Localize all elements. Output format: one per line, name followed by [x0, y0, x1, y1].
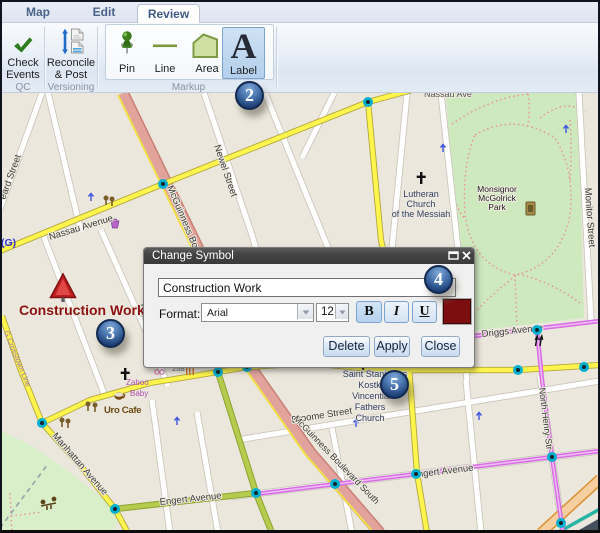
svg-text:(G): (G)	[1, 237, 16, 249]
svg-text:Construction Work: Construction Work	[19, 302, 145, 318]
svg-text:Baby: Baby	[130, 389, 148, 398]
svg-text:Park: Park	[488, 202, 506, 212]
svg-text:Lutheran: Lutheran	[403, 189, 439, 199]
svg-text:Zaboo: Zaboo	[126, 378, 149, 387]
svg-text:Church: Church	[355, 413, 384, 423]
svg-text:Church: Church	[406, 199, 435, 209]
svg-text:Fathers: Fathers	[355, 402, 386, 412]
svg-text:Uro Cafe: Uro Cafe	[104, 405, 141, 416]
svg-text:of the Messiah: of the Messiah	[392, 209, 451, 219]
